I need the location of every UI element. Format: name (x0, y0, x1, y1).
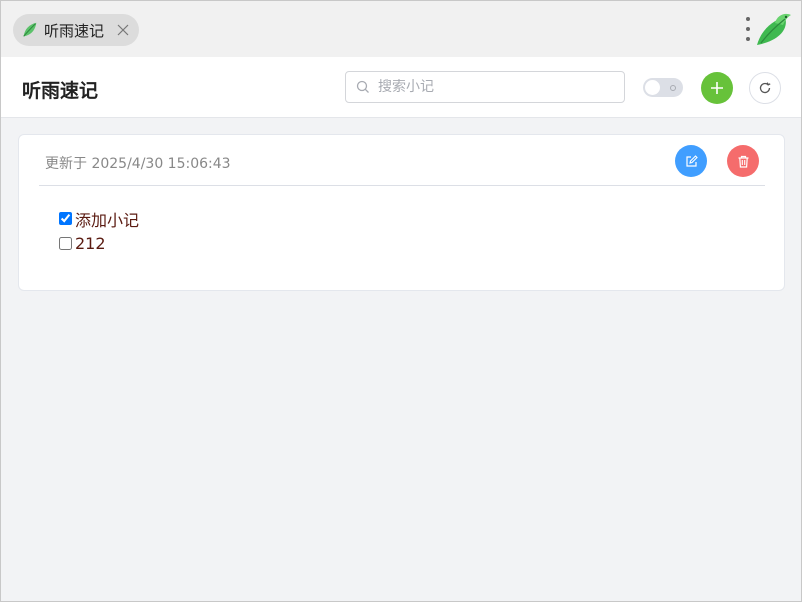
todo-checkbox[interactable] (59, 212, 72, 225)
card-divider (39, 185, 765, 186)
header: 听雨速记 (1, 57, 801, 118)
todo-checkbox[interactable] (59, 237, 72, 250)
refresh-icon (759, 82, 771, 94)
todo-text: 212 (75, 234, 106, 253)
app-tab[interactable]: 听雨速记 (13, 14, 139, 46)
close-icon[interactable] (115, 22, 131, 38)
search-input[interactable] (378, 79, 598, 95)
search-icon (356, 80, 369, 93)
add-note-button[interactable] (701, 72, 733, 104)
leaf-logo-icon (23, 22, 37, 37)
trash-icon (738, 155, 748, 168)
toggle-off-indicator (670, 85, 676, 91)
todo-item: 添加小记 (59, 206, 139, 231)
note-card: 更新于 2025/4/30 15:06:43 添加小记 212 (18, 134, 785, 291)
bird-logo-icon (757, 13, 791, 45)
page-title: 听雨速记 (22, 80, 99, 102)
toggle-knob (645, 80, 660, 95)
theme-toggle[interactable] (643, 78, 683, 97)
tab-label: 听雨速记 (44, 21, 105, 40)
todo-list: 添加小记 212 (59, 206, 139, 256)
todo-item: 212 (59, 231, 139, 256)
todo-text: 添加小记 (75, 210, 140, 230)
note-updated-time: 更新于 2025/4/30 15:06:43 (45, 156, 231, 172)
edit-icon (685, 154, 698, 167)
edit-note-button[interactable] (675, 145, 707, 177)
plus-icon (711, 82, 723, 94)
title-bar: 听雨速记 (1, 1, 801, 57)
refresh-button[interactable] (749, 72, 781, 104)
delete-note-button[interactable] (727, 145, 759, 177)
search-box[interactable] (345, 71, 625, 103)
kebab-menu-icon[interactable] (745, 17, 751, 41)
